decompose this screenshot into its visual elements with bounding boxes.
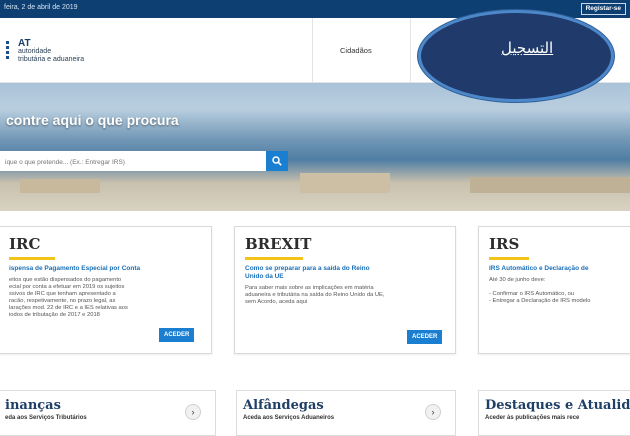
card-subtitle: IRS Automático e Declaração de (489, 265, 589, 272)
logo-line-2: tributária e aduaneira (18, 56, 85, 63)
card-body-line: ssivos de IRC que tenham apresentado a (9, 291, 116, 297)
card-body-line: Até 30 de junho deve: (489, 277, 546, 283)
bottom-card-title: Alfândegas (243, 398, 324, 413)
card-subtitle-line-2: Unido da UE (245, 273, 284, 280)
card-alfandegas[interactable]: Alfândegas Aceda aos Serviços Aduaneiros… (236, 390, 456, 436)
nav-cidadaos[interactable]: Cidadãos (340, 46, 372, 55)
card-body-line: aduaneira e tributária na saída do Reino… (245, 292, 385, 298)
nav-divider (312, 18, 313, 83)
card-body-line: ecial por conta a efetuar em 2019 os suj… (9, 284, 125, 290)
bottom-card-subtitle: Aceder às publicações mais rece (485, 415, 580, 421)
bottom-card-title: inanças (5, 398, 61, 413)
logo-mark-icon (6, 41, 9, 59)
card-title: IRS (489, 235, 520, 253)
register-overlay-button[interactable]: التسجيل (418, 10, 614, 102)
card-body-line: eitos que estão dispensados do pagamento (9, 277, 122, 283)
card-body-line: larações mod. 22 de IRC e a IES relativa… (9, 305, 128, 311)
hero-title: contre aqui o que procura (6, 112, 179, 128)
search-input[interactable] (0, 152, 262, 173)
card-financas[interactable]: inanças eda aos Serviços Tributários › (0, 390, 216, 436)
register-overlay-label: التسجيل (501, 39, 554, 57)
card-title: BREXIT (245, 235, 312, 253)
hero-building (300, 173, 390, 193)
aceder-button[interactable]: ACEDER (159, 328, 195, 342)
card-body-line: - Entregar a Declaração de IRS modelo (489, 298, 591, 304)
logo-line-1: autoridade (18, 48, 52, 55)
bottom-card-title: Destaques e Atualida (485, 398, 630, 413)
card-irs[interactable]: IRS IRS Automático e Declaração de Até 3… (478, 226, 630, 354)
card-title: IRC (9, 235, 41, 253)
card-brexit[interactable]: BREXIT Como se preparar para a saída do … (234, 226, 456, 354)
search-icon (272, 156, 282, 166)
hero-building (20, 179, 100, 193)
card-accent-bar (489, 257, 529, 260)
card-body-line: Para saber mais sobre as implicações em … (245, 285, 374, 291)
card-body-line: racão, respetivamente, no prazo legal, a… (9, 298, 116, 304)
nav-divider (410, 18, 411, 83)
hero-banner: contre aqui o que procura (0, 83, 630, 211)
chevron-right-icon[interactable]: › (185, 404, 201, 420)
card-subtitle: ispensa de Pagamento Especial por Conta (9, 265, 141, 272)
bottom-card-subtitle: eda aos Serviços Tributários (5, 415, 87, 421)
card-destaques[interactable]: Destaques e Atualida Aceder às publicaçõ… (478, 390, 630, 436)
card-accent-bar (245, 257, 303, 260)
search-button[interactable] (266, 151, 288, 171)
card-body-line: - Confirmar o IRS Automático, ou (489, 291, 575, 297)
current-date: feira, 2 de abril de 2019 (4, 4, 78, 11)
card-body-line: sem Acordo, aceda aqui (245, 299, 308, 305)
hero-search-box (0, 151, 266, 173)
card-accent-bar (9, 257, 55, 260)
bottom-card-subtitle: Aceda aos Serviços Aduaneiros (243, 415, 335, 421)
card-body-line: iodos de tributação de 2017 e 2018 (9, 312, 100, 318)
hero-building (470, 177, 630, 193)
register-button[interactable]: Registar-se (580, 3, 626, 15)
chevron-right-icon[interactable]: › (425, 404, 441, 420)
aceder-button[interactable]: ACEDER (407, 330, 443, 344)
card-irc[interactable]: IRC ispensa de Pagamento Especial por Co… (0, 226, 212, 354)
card-subtitle: Como se preparar para a saída do Reino (245, 265, 370, 272)
